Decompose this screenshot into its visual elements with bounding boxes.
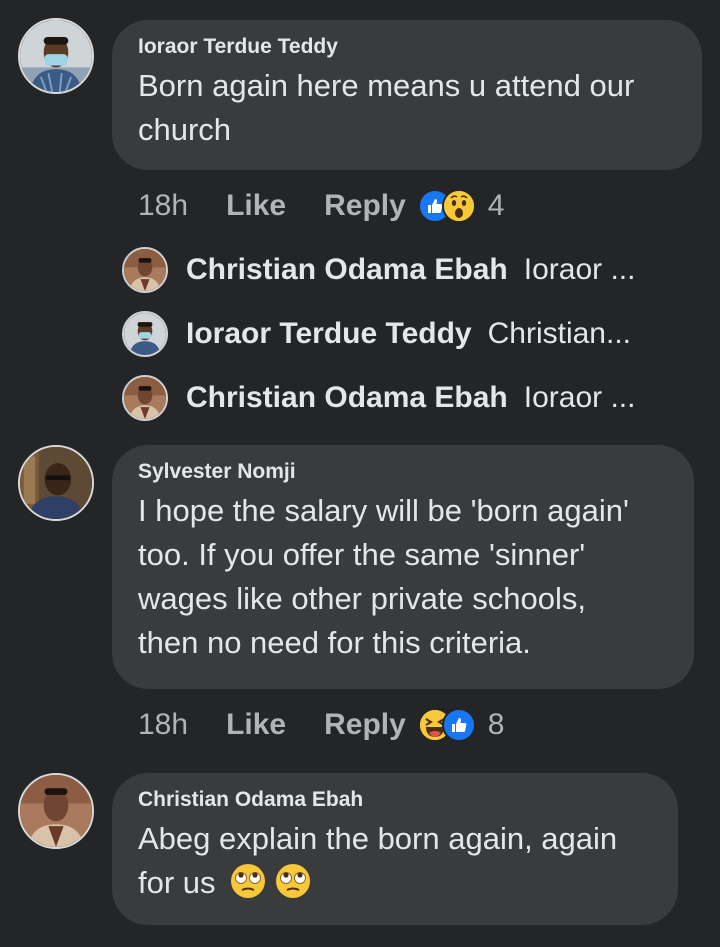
avatar bbox=[122, 375, 168, 421]
comment-text-line: for us bbox=[138, 861, 652, 905]
comment-text-line: wages like other private schools, bbox=[138, 581, 587, 616]
comment-text-line: then no need for this criteria. bbox=[138, 625, 531, 660]
comment-item: Christian Odama Ebah Abeg explain the bo… bbox=[0, 768, 720, 947]
avatar[interactable] bbox=[18, 445, 94, 521]
comment-text-segment: for us bbox=[138, 865, 216, 900]
face-with-rolling-eyes-icon bbox=[230, 863, 266, 899]
comment-text-line: I hope the salary will be 'born again' bbox=[138, 493, 629, 528]
comment-bubble: Ioraor Terdue Teddy Born again here mean… bbox=[112, 20, 702, 170]
avatar bbox=[122, 247, 168, 293]
comment-actions: 18h Like Reply 4 bbox=[138, 186, 504, 226]
reply-snippet: Ioraor ... bbox=[523, 381, 636, 414]
comment-text: Born again here means u attend our churc… bbox=[138, 64, 676, 152]
comment-text-line: Born again here means u attend our bbox=[138, 68, 635, 103]
reaction-summary[interactable]: 4 bbox=[417, 189, 505, 223]
reaction-count: 8 bbox=[487, 708, 505, 741]
comment-timestamp[interactable]: 18h bbox=[138, 189, 188, 223]
comment-text: Abeg explain the born again, again for u… bbox=[138, 817, 652, 905]
reaction-count: 4 bbox=[487, 189, 505, 222]
reply-button[interactable]: Reply bbox=[324, 708, 406, 742]
like-reaction-icon bbox=[441, 708, 476, 742]
comment-text-line: Abeg explain the born again, again bbox=[138, 821, 618, 856]
comment-actions: 18h Like Reply 8 bbox=[138, 705, 504, 745]
comment-timestamp[interactable]: 18h bbox=[138, 708, 188, 742]
reply-preview[interactable]: Christian Odama Ebah Ioraor ... bbox=[122, 246, 635, 294]
comment-text: I hope the salary will be 'born again' t… bbox=[138, 489, 668, 665]
comment-author[interactable]: Sylvester Nomji bbox=[138, 459, 668, 485]
reply-preview[interactable]: Christian Odama Ebah Ioraor ... bbox=[122, 374, 635, 422]
avatar[interactable] bbox=[18, 773, 94, 849]
reply-author[interactable]: Christian Odama Ebah bbox=[186, 253, 508, 287]
reply-button[interactable]: Reply bbox=[324, 189, 406, 223]
wow-reaction-icon bbox=[441, 189, 476, 223]
reply-snippet: Ioraor ... bbox=[523, 253, 636, 286]
reply-preview[interactable]: Ioraor Terdue Teddy Christian... bbox=[122, 310, 631, 358]
comment-item: Ioraor Terdue Teddy Born again here mean… bbox=[0, 0, 720, 260]
reply-author[interactable]: Christian Odama Ebah bbox=[186, 381, 508, 415]
comment-item: Sylvester Nomji I hope the salary will b… bbox=[0, 440, 720, 760]
avatar[interactable] bbox=[18, 18, 94, 94]
face-with-rolling-eyes-icon bbox=[275, 863, 311, 899]
comment-bubble: Sylvester Nomji I hope the salary will b… bbox=[112, 445, 694, 689]
avatar bbox=[122, 311, 168, 357]
reply-snippet: Christian... bbox=[487, 317, 631, 350]
reaction-summary[interactable]: 8 bbox=[417, 708, 505, 742]
comment-author[interactable]: Ioraor Terdue Teddy bbox=[138, 34, 676, 60]
reply-author[interactable]: Ioraor Terdue Teddy bbox=[186, 317, 472, 351]
comment-bubble: Christian Odama Ebah Abeg explain the bo… bbox=[112, 773, 678, 925]
like-button[interactable]: Like bbox=[226, 189, 286, 223]
comment-text-line: too. If you offer the same 'sinner' bbox=[138, 537, 586, 572]
comment-author[interactable]: Christian Odama Ebah bbox=[138, 787, 652, 813]
like-button[interactable]: Like bbox=[226, 708, 286, 742]
comment-text-line: church bbox=[138, 112, 232, 147]
